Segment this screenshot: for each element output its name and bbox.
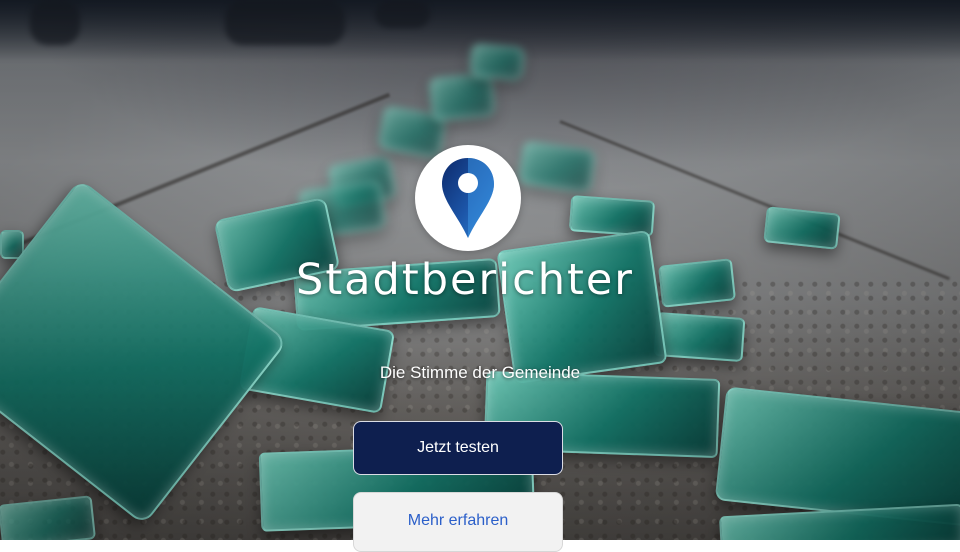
map-pin-icon [442, 158, 494, 238]
app-title: Stadtberichter [296, 255, 634, 305]
learn-more-button[interactable]: Mehr erfahren [353, 492, 563, 552]
try-now-button[interactable]: Jetzt testen [353, 421, 563, 475]
app-logo [415, 145, 521, 251]
app-tagline: Die Stimme der Gemeinde [379, 363, 581, 382]
